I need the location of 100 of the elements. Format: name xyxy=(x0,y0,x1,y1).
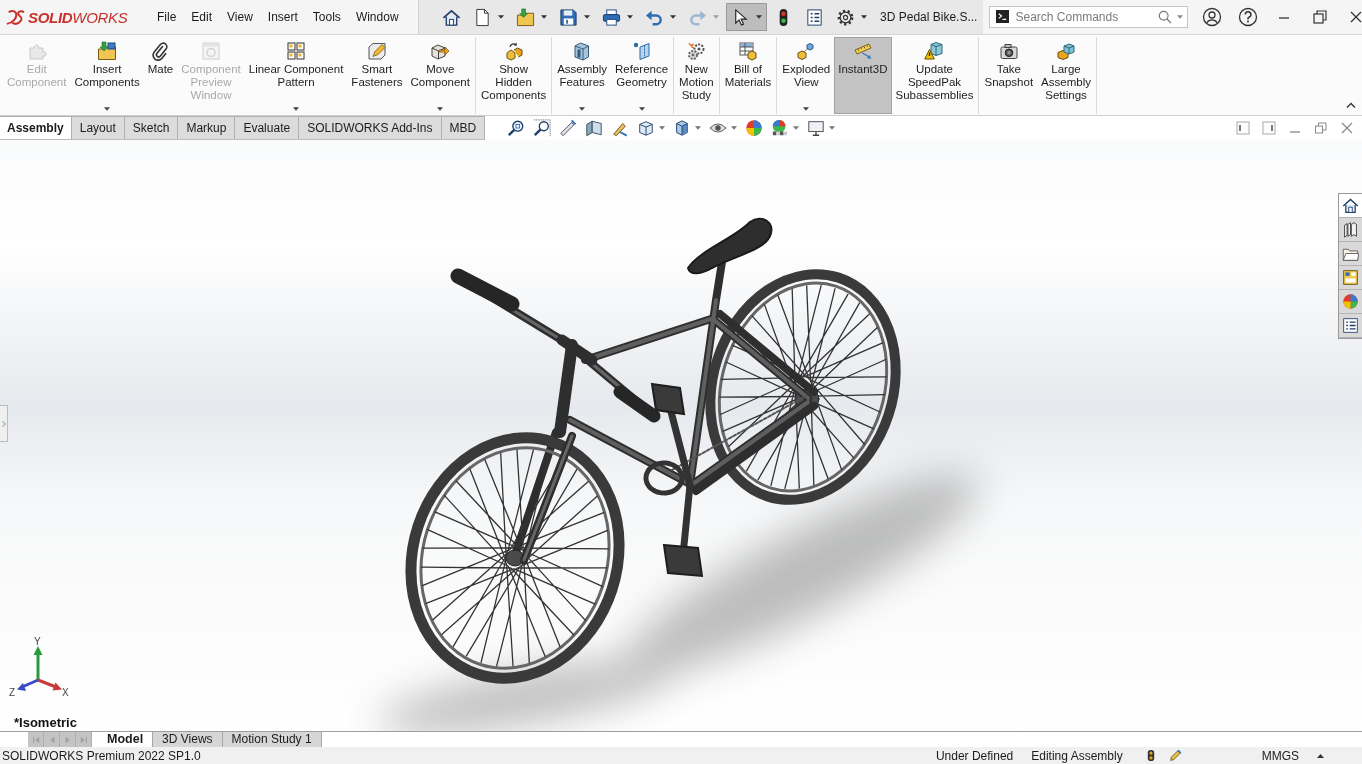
command-button[interactable]: Reference Geometry xyxy=(611,37,673,114)
pencil-icon[interactable] xyxy=(1168,749,1182,762)
tab[interactable]: MBD xyxy=(441,116,486,139)
caret-icon[interactable] xyxy=(731,126,738,130)
search-icon[interactable] xyxy=(1158,10,1173,24)
magnifier-icon[interactable] xyxy=(507,119,526,137)
command-button[interactable]: Show Hidden Components xyxy=(476,37,551,114)
command-button[interactable]: Bill of Materials xyxy=(720,37,776,114)
magnifier-box-icon[interactable] xyxy=(533,119,552,137)
command-button[interactable]: Large Assembly Settings xyxy=(1037,37,1095,114)
tab[interactable]: Assembly xyxy=(0,116,72,139)
menu-item[interactable]: Window xyxy=(348,0,407,34)
product-version: SOLIDWORKS Premium 2022 SP1.0 xyxy=(2,748,201,763)
command-button[interactable]: Instant3D xyxy=(834,37,892,114)
shaded-sphere-icon xyxy=(1342,293,1359,310)
search-field[interactable]: Search Commands xyxy=(989,6,1189,28)
tab[interactable]: SOLIDWORKS Add-Ins xyxy=(299,116,442,139)
section-planes-icon[interactable] xyxy=(585,119,604,137)
parts-icon xyxy=(503,41,524,61)
logo-icon xyxy=(5,8,25,26)
shaded-sphere-icon[interactable] xyxy=(745,119,764,137)
printer-icon xyxy=(602,7,622,27)
gear-icon xyxy=(836,7,856,27)
caret-up-icon[interactable] xyxy=(1317,753,1324,758)
command-button[interactable]: Mate xyxy=(143,37,178,114)
tab[interactable]: Evaluate xyxy=(235,116,300,139)
restore-icon[interactable] xyxy=(1314,121,1328,135)
menu-item[interactable]: Insert xyxy=(260,0,306,34)
command-button[interactable]: New Motion Study xyxy=(675,37,718,114)
units[interactable]: MMGS xyxy=(1261,748,1299,763)
caret-icon[interactable] xyxy=(793,126,800,130)
table-part-icon xyxy=(737,41,758,61)
box-pencil-icon xyxy=(366,41,387,61)
task-pane-tab[interactable] xyxy=(1339,194,1362,218)
tab[interactable]: Markup xyxy=(178,116,236,139)
caret-icon[interactable] xyxy=(1177,15,1184,19)
monitor-icon[interactable] xyxy=(807,119,826,137)
menu-item[interactable]: View xyxy=(219,0,261,34)
command-button[interactable]: Take Snapshot xyxy=(980,37,1038,114)
caret-icon xyxy=(579,107,586,111)
preview-window-icon xyxy=(201,41,221,61)
command-button[interactable]: Move Component xyxy=(406,37,474,114)
diagonal-tube-icon[interactable] xyxy=(559,119,578,137)
command-button[interactable]: Exploded View xyxy=(778,37,835,114)
caret-icon[interactable] xyxy=(695,126,702,130)
tab[interactable]: Layout xyxy=(71,116,125,139)
menu-item[interactable]: File xyxy=(149,0,184,34)
caret-icon xyxy=(627,15,634,19)
bar-triangle-left-icon xyxy=(31,735,40,744)
panel-handle[interactable] xyxy=(0,405,8,442)
save-icon xyxy=(559,7,579,27)
caret-icon xyxy=(861,15,868,19)
select-button[interactable] xyxy=(726,3,768,31)
layout-icon xyxy=(1342,269,1359,286)
caret-icon xyxy=(638,107,645,111)
traffic-light-icon[interactable] xyxy=(1146,749,1155,762)
cube-icon[interactable] xyxy=(637,119,656,137)
home-icon xyxy=(1342,197,1359,214)
collapse-caret-icon[interactable] xyxy=(1346,102,1356,108)
chevron-right-icon xyxy=(1,420,6,427)
plane-point-icon xyxy=(631,41,652,61)
folder-arrow-icon xyxy=(97,41,118,61)
caret-icon xyxy=(498,15,505,19)
terminal-icon xyxy=(996,10,1010,23)
tile-left-icon[interactable] xyxy=(1236,121,1250,135)
home-icon xyxy=(442,7,462,27)
list-icon xyxy=(805,7,825,27)
tab[interactable]: Sketch xyxy=(124,116,179,139)
checker-sphere-icon[interactable] xyxy=(771,119,790,137)
caret-icon xyxy=(670,15,677,19)
caret-icon xyxy=(713,15,720,19)
caret-icon xyxy=(584,15,591,19)
axis-label: Z xyxy=(9,687,16,698)
axis-label: X xyxy=(62,687,69,698)
command-button[interactable]: Assembly Features xyxy=(553,37,612,114)
tile-right-icon[interactable] xyxy=(1262,121,1276,135)
camera-icon xyxy=(998,41,1019,61)
user-icon[interactable] xyxy=(1202,7,1223,27)
ruler-icon xyxy=(852,41,873,61)
axis-triad xyxy=(17,646,62,691)
app-logo: SOLIDWORKS xyxy=(28,8,128,26)
folder-arrow-icon xyxy=(516,7,536,27)
caret-icon xyxy=(803,107,810,111)
menu-item[interactable]: Tools xyxy=(305,0,349,34)
caret-icon xyxy=(104,107,111,111)
command-button[interactable]: Insert Components xyxy=(70,37,144,114)
command-button[interactable]: Smart Fasteners xyxy=(347,37,407,114)
tab[interactable]: 3D Views xyxy=(153,732,223,747)
menu-item[interactable]: Edit xyxy=(183,0,220,34)
command-button[interactable]: Linear Component Pattern xyxy=(244,37,348,114)
gears-icon xyxy=(686,41,707,61)
caret-icon xyxy=(437,107,444,111)
caret-icon[interactable] xyxy=(659,126,666,130)
puzzle-piece-icon xyxy=(26,41,47,61)
help-icon[interactable] xyxy=(1238,7,1259,27)
books-icon xyxy=(1342,221,1359,238)
command-button[interactable]: Update SpeedPak Subassemblies xyxy=(891,37,978,114)
tab[interactable]: Motion Study 1 xyxy=(222,732,322,747)
caret-icon[interactable] xyxy=(829,126,836,130)
triangle-right-icon xyxy=(63,735,72,744)
